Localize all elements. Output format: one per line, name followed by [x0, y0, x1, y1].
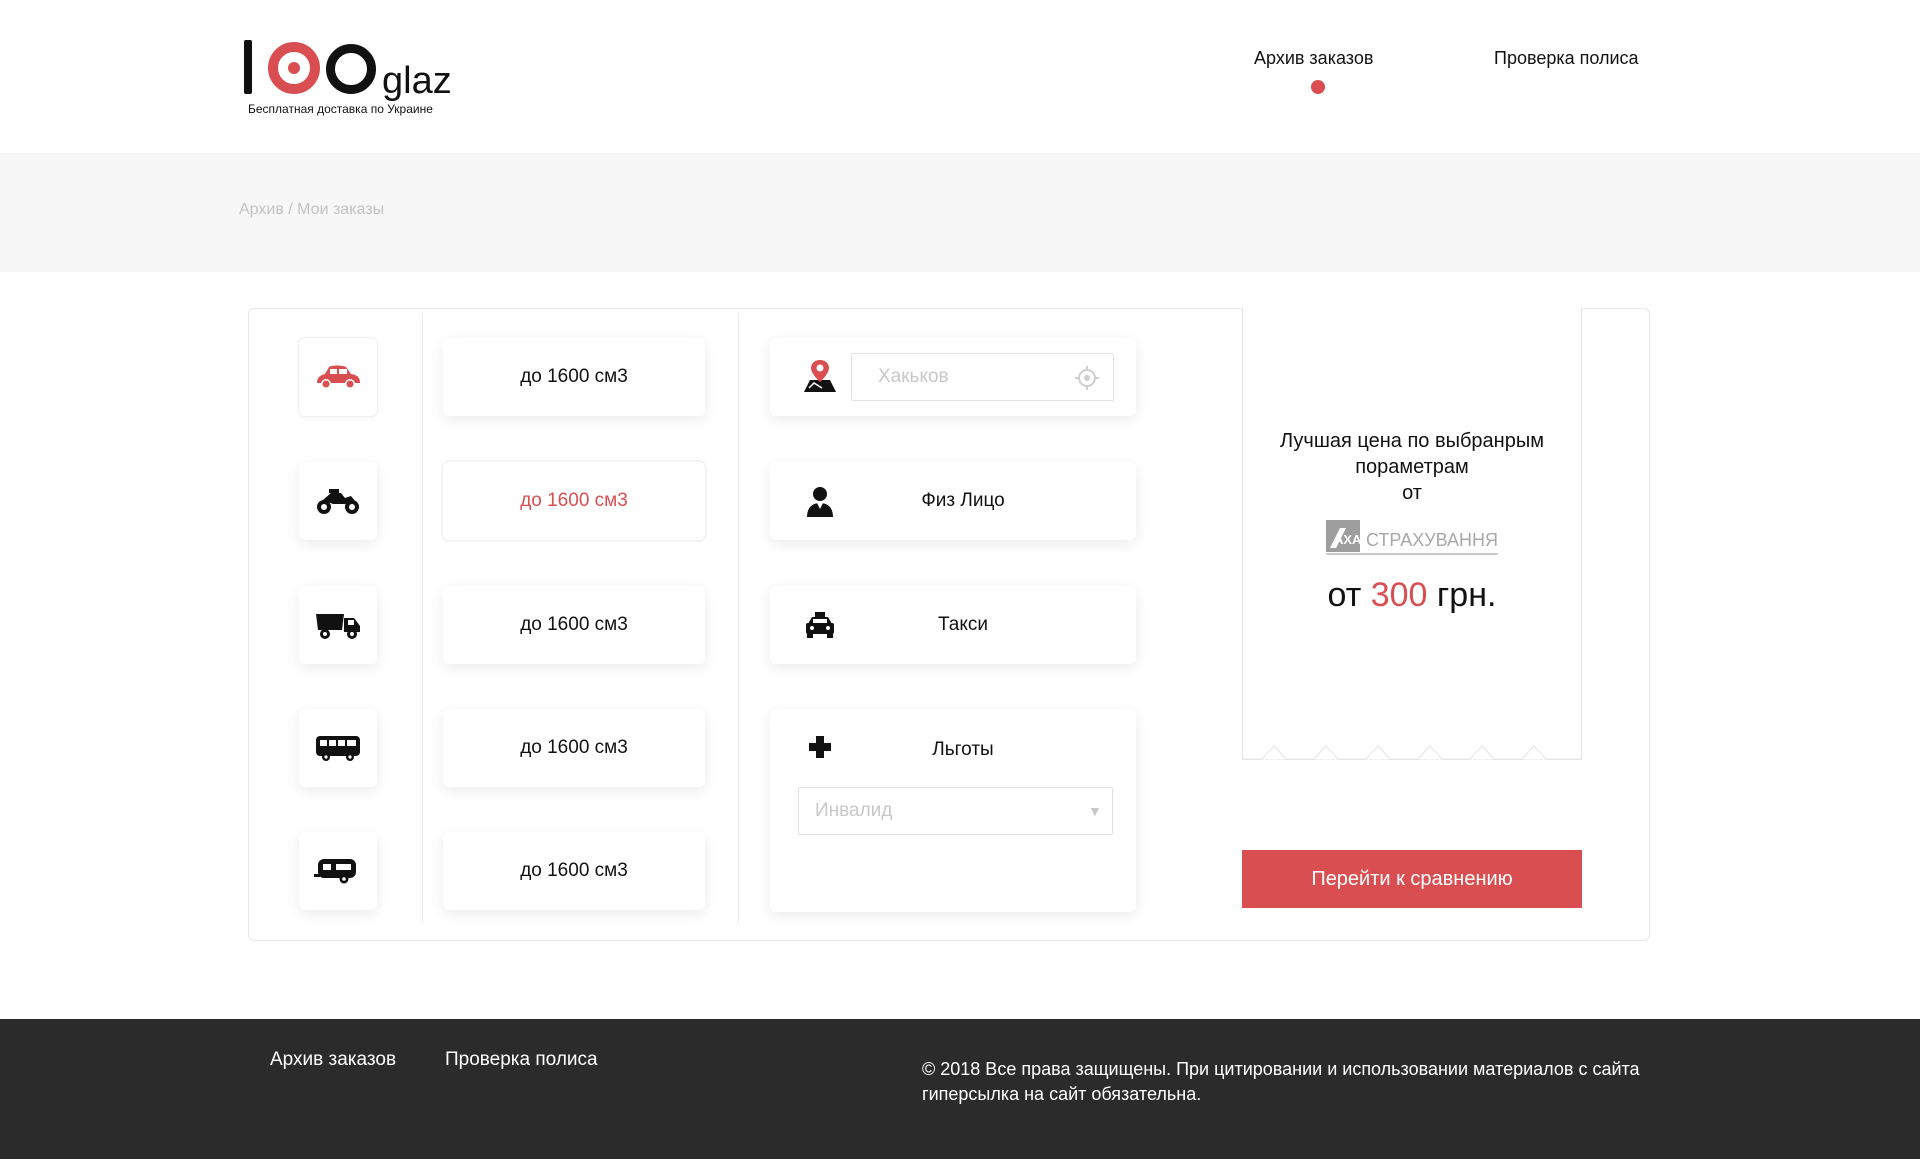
best-price-line: Лучшая цена по выбранрым: [1280, 430, 1544, 452]
person-type-label: Физ Лицо: [921, 490, 1005, 511]
breadcrumb-band: Архив / Мои заказы: [0, 153, 1920, 272]
logo-wordmark: glaz: [382, 60, 452, 102]
best-price-receipt: Лучшая цена по выбранрым пораметрам от A…: [1242, 308, 1582, 760]
logo-one-glyph: [244, 40, 252, 94]
motorcycle-icon: [317, 489, 359, 514]
column-divider: [738, 313, 739, 923]
logo-o-glyph: [326, 44, 376, 94]
city-option-tile: [770, 338, 1136, 416]
dropdown-arrow-icon: ▼: [1088, 803, 1102, 819]
usage-type-tile[interactable]: Такси: [770, 586, 1136, 664]
insurer-logo: AXA СТРАХУВАННЯ: [1326, 520, 1498, 555]
footer-archive-link[interactable]: Архив заказов: [270, 1049, 396, 1071]
logo-target-glyph: [268, 42, 320, 94]
receipt-torn-edge: [1242, 745, 1582, 760]
truck-icon: [316, 614, 360, 639]
price-display: от 300 грн.: [1243, 576, 1581, 615]
taxi-icon: [802, 607, 838, 643]
capacity-option[interactable]: до 1600 см3: [443, 462, 705, 540]
logo-tagline: Бесплатная доставка по Украине: [248, 102, 433, 116]
locate-icon[interactable]: [1075, 366, 1099, 390]
price-amount: 300: [1370, 576, 1428, 614]
capacity-option[interactable]: до 1600 см3: [443, 709, 705, 787]
vehicle-truck-tile[interactable]: [299, 586, 377, 664]
svg-text:AXA: AXA: [1334, 532, 1362, 547]
car-icon: [317, 365, 360, 389]
vehicle-bus-tile[interactable]: [299, 709, 377, 787]
person-type-tile[interactable]: Физ Лицо: [770, 462, 1136, 540]
site-footer: Архив заказов Проверка полиса © 2018 Все…: [0, 1019, 1920, 1159]
price-prefix: от: [1327, 576, 1362, 614]
logo-mark: glaz: [240, 38, 452, 100]
city-input[interactable]: [852, 354, 1052, 400]
price-currency: грн.: [1436, 576, 1497, 614]
nav-archive-link[interactable]: Архив заказов: [1254, 48, 1373, 69]
vehicle-car-tile[interactable]: [299, 338, 377, 416]
nav-policy-check-link[interactable]: Проверка полиса: [1494, 48, 1639, 69]
copyright-text: © 2018 Все права защищены. При цитирован…: [922, 1059, 1640, 1104]
benefits-select-value: Инвалид: [815, 800, 893, 821]
footer-policy-check-link[interactable]: Проверка полиса: [445, 1049, 598, 1071]
vehicle-motorcycle-tile[interactable]: [299, 462, 377, 540]
nav-active-indicator: [1311, 80, 1325, 94]
capacity-option[interactable]: до 1600 см3: [443, 338, 705, 416]
city-field[interactable]: [851, 353, 1114, 401]
usage-type-label: Такси: [938, 614, 988, 635]
best-price-line: от: [1402, 482, 1422, 504]
map-pin-icon: [802, 358, 838, 394]
bus-icon: [316, 736, 360, 761]
capacity-option[interactable]: до 1600 см3: [443, 586, 705, 664]
column-divider: [422, 313, 423, 923]
benefits-select[interactable]: Инвалид ▼: [798, 787, 1113, 835]
capacity-option[interactable]: до 1600 см3: [443, 832, 705, 910]
benefits-tile: Льготы Инвалид ▼: [770, 709, 1136, 912]
plus-icon: [802, 729, 838, 765]
best-price-caption: Лучшая цена по выбранрым пораметрам от: [1243, 428, 1581, 506]
vehicle-trailer-tile[interactable]: [299, 832, 377, 910]
compare-button[interactable]: Перейти к сравнению: [1242, 850, 1582, 908]
best-price-line: пораметрам: [1355, 456, 1469, 478]
trailer-icon: [314, 859, 356, 884]
site-header: glaz Бесплатная доставка по Украине Архи…: [0, 0, 1920, 153]
logo[interactable]: glaz Бесплатная доставка по Украине: [240, 38, 460, 118]
benefits-label: Льготы: [932, 739, 994, 760]
person-icon: [802, 483, 838, 519]
breadcrumb: Архив / Мои заказы: [239, 201, 385, 218]
insurer-name: СТРАХУВАННЯ: [1366, 530, 1498, 550]
